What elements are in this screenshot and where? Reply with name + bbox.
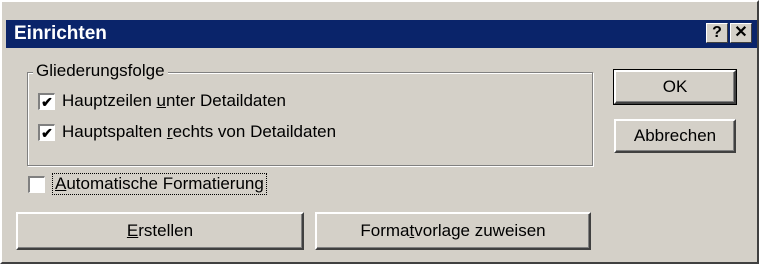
automatic-formatting-option[interactable]: Automatische Formatierung: [28, 173, 267, 195]
outline-order-group: Gliederungsfolge ✔ Hauptzeilen unter Det…: [27, 61, 593, 166]
setup-dialog: Einrichten ? ✕ Gliederungsfolge ✔ Hauptz…: [0, 0, 759, 264]
main-columns-right-of-detail-option[interactable]: ✔ Hauptspalten rechts von Detaildaten: [38, 121, 336, 143]
help-button[interactable]: ?: [706, 23, 728, 43]
automatic-formatting-label: Automatische Formatierung: [52, 173, 267, 195]
assign-style-button[interactable]: Formatvorlage zuweisen: [315, 212, 591, 250]
group-label: Gliederungsfolge: [33, 61, 168, 81]
automatic-formatting-checkbox[interactable]: [28, 175, 45, 193]
main-columns-checkbox[interactable]: ✔: [38, 123, 55, 141]
main-columns-label: Hauptspalten rechts von Detaildaten: [62, 122, 337, 141]
main-rows-label: Hauptzeilen unter Detaildaten: [62, 91, 287, 110]
main-rows-below-detail-option[interactable]: ✔ Hauptzeilen unter Detaildaten: [38, 90, 286, 112]
create-button-label: Erstellen: [126, 221, 194, 240]
checkmark-icon: ✔: [41, 93, 53, 110]
close-button[interactable]: ✕: [730, 23, 752, 43]
checkmark-icon: ✔: [41, 124, 53, 141]
window-title: Einrichten: [14, 23, 107, 44]
cancel-button[interactable]: Abbrechen: [614, 119, 736, 153]
main-rows-checkbox[interactable]: ✔: [38, 92, 55, 110]
ok-button[interactable]: OK: [613, 69, 737, 105]
create-button[interactable]: Erstellen: [16, 212, 304, 250]
title-bar[interactable]: Einrichten ? ✕: [6, 20, 757, 48]
assign-style-button-label: Formatvorlage zuweisen: [360, 221, 546, 240]
